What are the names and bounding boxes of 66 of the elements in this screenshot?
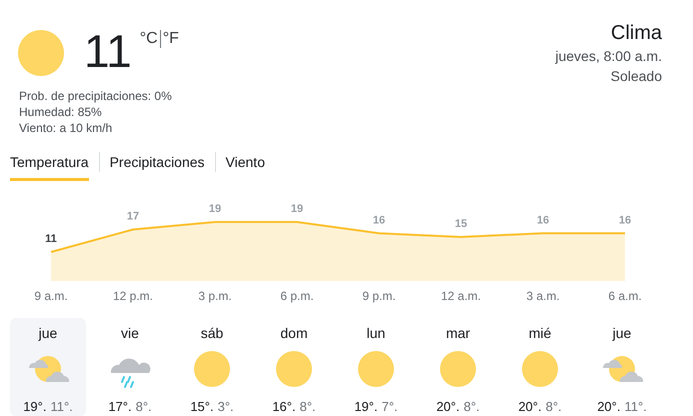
sun-icon — [520, 349, 560, 389]
high-temperature: 19°. — [354, 399, 378, 414]
day-forecast[interactable]: dom 16°. 8°. — [256, 318, 332, 416]
current-temperature: 11 — [84, 28, 132, 74]
sun-icon — [438, 349, 478, 389]
day-name: mar — [446, 324, 470, 343]
sun-icon — [274, 349, 314, 389]
hour-label: 6 a.m. — [608, 289, 642, 303]
day-name: jue — [612, 324, 632, 343]
day-name: mié — [528, 324, 552, 343]
sun-icon — [356, 349, 396, 389]
low-temperature: 8°. — [300, 399, 316, 414]
low-temperature: 8°. — [136, 399, 152, 414]
unit-link[interactable]: °C — [140, 30, 158, 48]
high-temperature: 20°. — [518, 399, 542, 414]
day-forecast[interactable]: mié 20°. 8°. — [502, 318, 578, 416]
data-label: 16 — [618, 214, 632, 226]
weather-detail: Viento: a 10 km/h — [19, 120, 114, 136]
low-temperature: 7°. — [382, 399, 398, 414]
day-name: sáb — [200, 324, 224, 343]
data-label: 16 — [536, 214, 550, 226]
high-temperature: 15°. — [190, 399, 214, 414]
data-label: 16 — [372, 214, 386, 226]
high-temperature: 20°. — [597, 399, 620, 414]
data-label: 17 — [126, 210, 140, 222]
unit-link[interactable]: °F — [162, 30, 179, 48]
widget-title: Clima — [610, 21, 662, 46]
high-temperature: 20°. — [436, 399, 460, 414]
weather-detail: Humedad: 85% — [19, 104, 103, 120]
low-temperature: 3°. — [218, 399, 234, 414]
low-temperature: 11°. — [624, 399, 647, 414]
hour-label: 9 a.m. — [34, 289, 68, 303]
low-temperature: 8°. — [464, 399, 480, 414]
hour-label: 12 p.m. — [112, 289, 154, 303]
day-forecast[interactable]: mar 20°. 8°. — [420, 318, 496, 416]
date-time: jueves, 8:00 a.m. — [555, 47, 662, 66]
tab[interactable]: Precipitaciones — [110, 154, 205, 180]
data-label: 19 — [208, 203, 222, 215]
data-label: 11 — [45, 233, 57, 245]
condition: Soleado — [610, 67, 662, 86]
data-label: 15 — [454, 218, 468, 230]
hour-label: 3 a.m. — [526, 289, 560, 303]
tab[interactable]: Temperatura — [10, 154, 89, 180]
hour-label: 3 p.m. — [198, 289, 232, 303]
weather-detail: Prob. de precipitaciones: 0% — [19, 88, 173, 104]
hour-label: 6 p.m. — [280, 289, 314, 303]
day-name: lun — [366, 324, 386, 343]
day-forecast[interactable]: jue 20°. 11°. — [584, 318, 660, 416]
sun-icon — [18, 30, 64, 76]
high-temperature: 19°. — [23, 399, 46, 414]
high-temperature: 17°. — [108, 399, 132, 414]
day-forecast[interactable]: jue 19°. 11°. — [10, 318, 86, 416]
hour-label: 12 a.m. — [440, 289, 482, 303]
sun-icon — [192, 349, 232, 389]
day-name: vie — [121, 324, 139, 343]
hour-label: 9 p.m. — [362, 289, 396, 303]
day-forecast[interactable]: sáb 15°. 3°. — [174, 318, 250, 416]
high-temperature: 16°. — [272, 399, 296, 414]
day-name: dom — [280, 324, 308, 343]
day-forecast[interactable]: vie 17°. 8°. — [92, 318, 168, 416]
low-temperature: 11°. — [50, 399, 73, 414]
tab[interactable]: Viento — [226, 154, 265, 180]
day-forecast[interactable]: lun 19°. 7°. — [338, 318, 414, 416]
data-label: 19 — [290, 203, 304, 215]
day-name: jue — [38, 324, 58, 343]
low-temperature: 8°. — [546, 399, 562, 414]
